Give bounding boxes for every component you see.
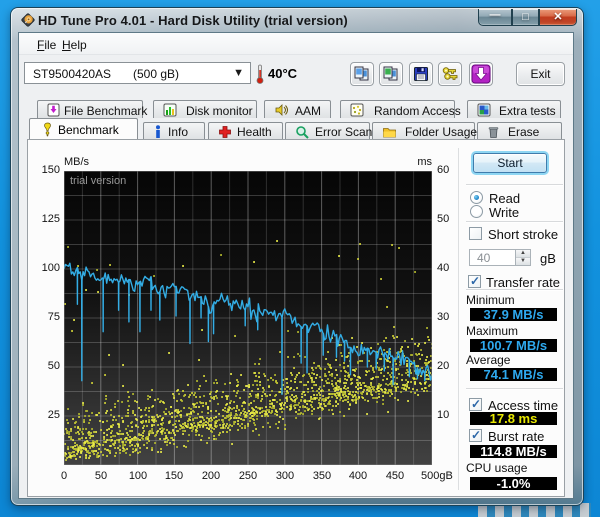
svg-text:trial version: trial version [70,175,126,187]
